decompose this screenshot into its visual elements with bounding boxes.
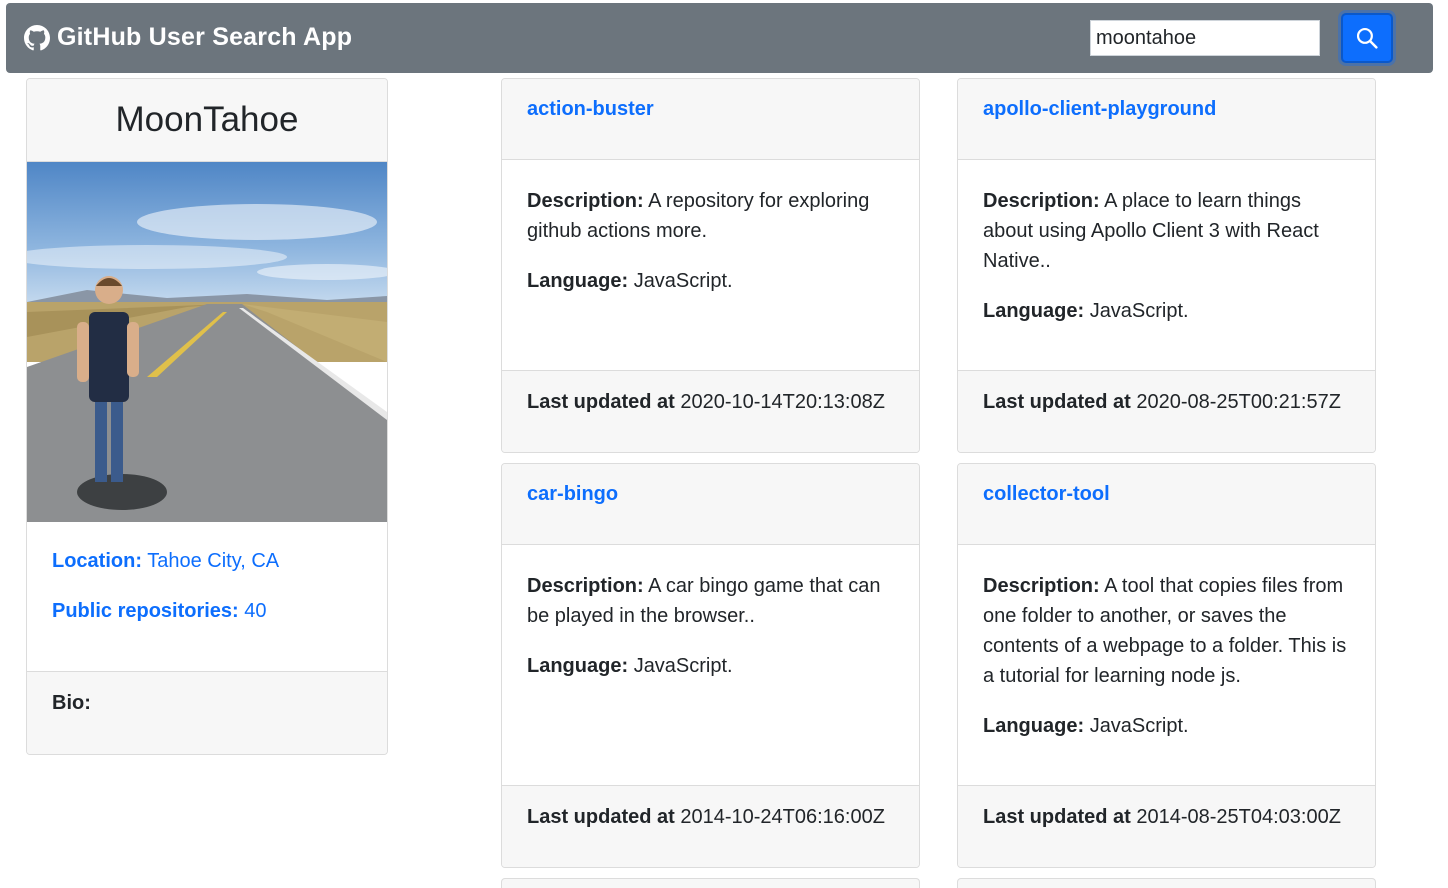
public-repos-value: 40 [244,600,267,622]
navbar: GitHub User Search App [6,3,1433,73]
language-text: JavaScript. [633,655,733,677]
repo-card: apollo-client-playground Description: A … [957,78,1376,453]
repo-body: Description: A tool that copies files fr… [958,545,1375,786]
repo-header: action-buster [502,79,919,160]
user-location: Location: Tahoe City, CA [52,550,362,573]
updated-label: Last updated at [527,391,675,413]
repo-link[interactable]: car-bingo [527,483,618,505]
language-label: Language: [983,300,1085,322]
github-logo-icon [24,24,50,50]
updated-label: Last updated at [983,806,1131,828]
location-value: Tahoe City, CA [147,550,280,572]
updated-value: 2014-08-25T04:03:00Z [1136,806,1341,828]
search-button[interactable] [1341,13,1393,63]
location-label: Location: [52,550,142,572]
repo-description: Description: A car bingo game that can b… [527,571,894,631]
repo-link[interactable]: action-buster [527,98,654,120]
updated-value: 2014-10-24T06:16:00Z [680,806,885,828]
language-text: JavaScript. [1089,300,1189,322]
repo-body: Description: A car bingo game that can b… [502,545,919,786]
repo-card: collector-tool Description: A tool that … [957,463,1376,868]
updated-value: 2020-10-14T20:13:08Z [680,391,885,413]
user-name: MoonTahoe [27,79,387,162]
repo-updated: Last updated at 2020-10-14T20:13:08Z [502,371,919,452]
app-brand[interactable]: GitHub User Search App [24,23,352,52]
description-label: Description: [527,190,644,212]
description-label: Description: [527,575,644,597]
repo-updated: Last updated at 2014-10-24T06:16:00Z [502,786,919,867]
repo-language: Language: JavaScript. [527,266,894,296]
user-bio: Bio: [27,672,387,754]
repo-language: Language: JavaScript. [983,711,1350,741]
user-details: Location: Tahoe City, CA Public reposito… [27,522,387,672]
language-label: Language: [527,655,629,677]
repo-updated: Last updated at 2014-08-25T04:03:00Z [958,786,1375,867]
language-text: JavaScript. [633,270,733,292]
language-label: Language: [527,270,629,292]
repo-language: Language: JavaScript. [527,651,894,681]
repo-updated: Last updated at 2020-08-25T00:21:57Z [958,371,1375,452]
repo-header: car-bingo [502,464,919,545]
description-label: Description: [983,190,1100,212]
repo-description: Description: A place to learn things abo… [983,186,1350,276]
repo-header: collector-tool [958,464,1375,545]
app-title: GitHub User Search App [57,23,353,51]
updated-label: Last updated at [527,806,675,828]
repo-language: Language: JavaScript. [983,296,1350,326]
repo-body: Description: A place to learn things abo… [958,160,1375,371]
repo-header: apollo-client-playground [958,79,1375,160]
updated-label: Last updated at [983,391,1131,413]
repo-description: Description: A tool that copies files fr… [983,571,1350,691]
public-repos-label: Public repositories: [52,600,239,622]
search-icon [1356,27,1378,49]
description-label: Description: [983,575,1100,597]
repo-description: Description: A repository for exploring … [527,186,894,246]
repo-card: action-buster Description: A repository … [501,78,920,453]
language-label: Language: [983,715,1085,737]
updated-value: 2020-08-25T00:21:57Z [1136,391,1341,413]
user-public-repos: Public repositories: 40 [52,600,362,623]
repo-body: Description: A repository for exploring … [502,160,919,371]
language-text: JavaScript. [1089,715,1189,737]
search-input[interactable] [1090,20,1320,56]
repo-card-partial [501,878,920,888]
user-avatar [27,162,387,522]
user-card: MoonTahoe Location: Tahoe City, CA Publi… [26,78,388,755]
repo-link[interactable]: apollo-client-playground [983,98,1216,120]
repo-card-partial [957,878,1376,888]
repo-link[interactable]: collector-tool [983,483,1110,505]
repo-card: car-bingo Description: A car bingo game … [501,463,920,868]
